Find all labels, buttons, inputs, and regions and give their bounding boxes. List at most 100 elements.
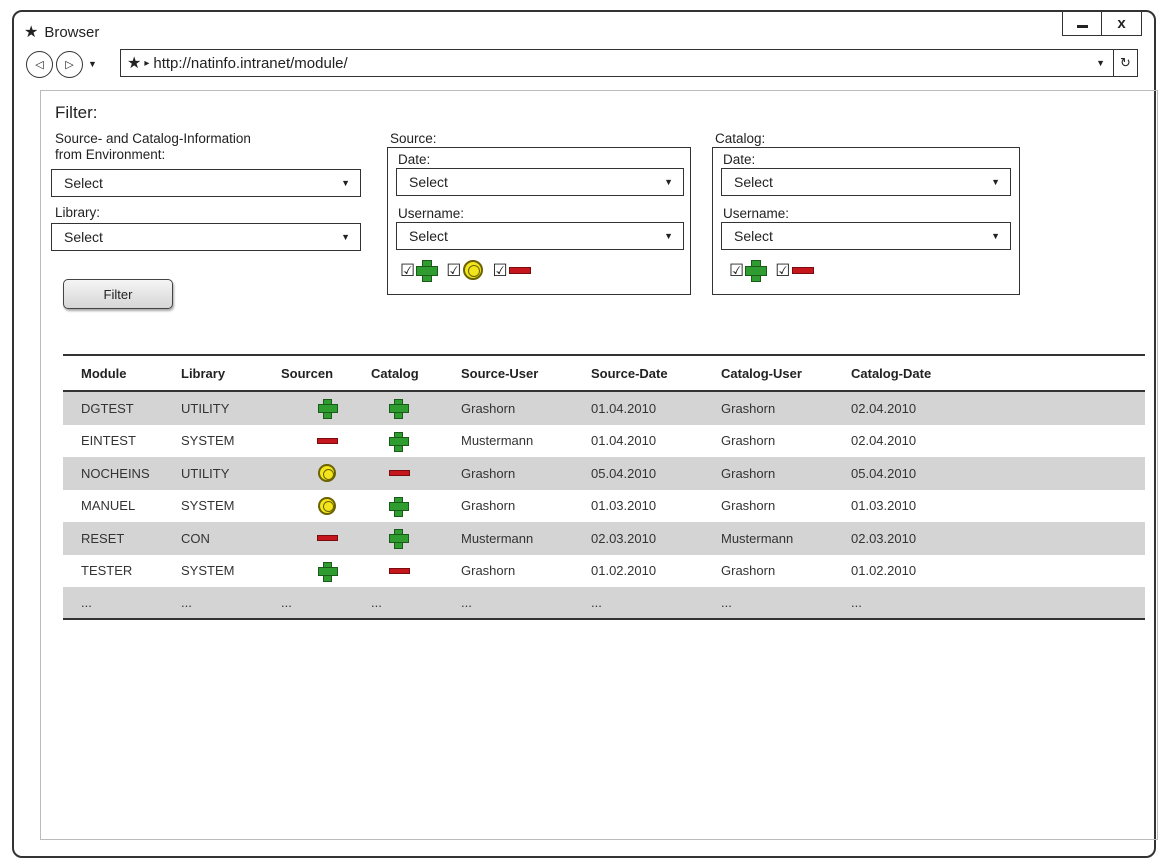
table-cell: Grashorn [461, 400, 516, 416]
chevron-down-icon: ▼ [341, 178, 350, 188]
forward-arrow-icon: ▷ [65, 58, 74, 71]
column-header[interactable]: Catalog-Date [833, 366, 963, 381]
table-cell: Grashorn [461, 465, 516, 481]
plus-icon [318, 561, 338, 582]
column-header[interactable]: Sourcen [263, 366, 353, 381]
env-label-line2: from Environment: [55, 147, 166, 162]
column-header[interactable]: Library [163, 366, 263, 381]
catalog-check-minus[interactable]: ☑ [775, 262, 814, 279]
minus-icon [389, 567, 410, 574]
source-check-circle[interactable]: ☑ [446, 260, 483, 280]
status-cell [263, 496, 353, 515]
table-cell: Grashorn [721, 563, 776, 579]
table-cell: ... [181, 594, 192, 610]
table-header: Module Library Sourcen Catalog Source-Us… [63, 356, 1145, 392]
catalog-status-checks: ☑ ☑ [729, 260, 814, 282]
catalog-check-plus[interactable]: ☑ [729, 260, 768, 282]
chevron-down-icon: ▼ [341, 232, 350, 242]
close-button[interactable]: x [1102, 12, 1142, 36]
plus-icon [389, 431, 409, 452]
table-row[interactable]: DGTEST UTILITY Grashorn 01.04.2010 Grashorn 0… [63, 392, 1145, 425]
status-cell [263, 535, 353, 542]
minus-icon [508, 266, 531, 274]
url-text[interactable]: http://natinfo.intranet/module/ [153, 55, 1088, 72]
column-header[interactable]: Catalog [353, 366, 443, 381]
table-cell: Mustermann [461, 433, 534, 449]
history-dropdown-icon[interactable]: ▼ [88, 59, 97, 69]
address-bar[interactable]: ★ ▸ http://natinfo.intranet/module/ ▼ ↻ [120, 49, 1138, 77]
minus-icon [791, 266, 814, 274]
status-cell [353, 496, 443, 517]
table-cell: 01.04.2010 [591, 400, 657, 416]
table-cell: CON [181, 530, 210, 546]
catalog-date-select[interactable]: Select ▼ [721, 168, 1011, 196]
library-select-value: Select [64, 229, 103, 245]
browser-window: ★ Browser x ◁ ▷ ▼ ★ ▸ http://natinfo.int… [12, 10, 1158, 858]
column-header[interactable]: Source-User [443, 366, 573, 381]
column-header[interactable]: Catalog-User [703, 366, 833, 381]
source-username-select[interactable]: Select ▼ [396, 222, 684, 250]
page-content: Filter: Source- and Catalog-Information … [40, 90, 1158, 840]
table-cell: ... [851, 594, 862, 610]
catalog-username-select[interactable]: Select ▼ [721, 222, 1011, 250]
checkbox-checked-icon: ☑ [400, 260, 416, 280]
source-check-plus[interactable]: ☑ [400, 260, 439, 282]
table-row[interactable]: MANUEL SYSTEM Grashorn 01.03.2010 Grashorn 01… [63, 490, 1145, 523]
table-cell: ... [461, 594, 472, 610]
status-cell [353, 399, 443, 420]
status-cell [263, 399, 353, 420]
column-header[interactable]: Source-Date [573, 366, 703, 381]
catalog-date-select-value: Select [734, 174, 773, 190]
status-cell [263, 561, 353, 582]
table-cell: ... [81, 594, 92, 610]
window-controls: x [1062, 12, 1142, 36]
refresh-icon[interactable]: ↻ [1113, 50, 1137, 76]
url-dropdown-icon[interactable]: ▼ [1088, 58, 1113, 68]
forward-button[interactable]: ▷ [56, 50, 83, 78]
env-select[interactable]: Select ▼ [51, 169, 361, 197]
table-row[interactable]: NOCHEINS UTILITY Grashorn 05.04.2010 Grashor… [63, 457, 1145, 490]
table-cell: ... [371, 594, 382, 610]
chevron-down-icon: ▼ [664, 231, 673, 241]
table-cell: 05.04.2010 [591, 465, 657, 481]
table-cell: 01.03.2010 [851, 498, 917, 514]
source-username-label: Username: [398, 206, 465, 221]
dropdown-dot-icon: ▸ [144, 57, 150, 69]
table-cell: Grashorn [721, 465, 776, 481]
circle-icon [318, 464, 336, 483]
column-header[interactable]: Module [63, 366, 163, 381]
table-cell: UTILITY [181, 465, 230, 481]
circle-icon [318, 496, 336, 515]
minimize-button[interactable] [1062, 12, 1102, 36]
library-select[interactable]: Select ▼ [51, 223, 361, 251]
minus-icon [389, 470, 410, 477]
minus-icon [316, 437, 338, 444]
plus-icon [389, 399, 409, 420]
nav-buttons: ◁ ▷ ▼ [26, 50, 102, 78]
status-cell [353, 529, 443, 550]
back-arrow-icon: ◁ [35, 58, 44, 71]
source-filter-group: Date: Select ▼ Username: Select ▼ ☑ ☑ ☑ [387, 147, 691, 295]
title-bar: ★ Browser [24, 22, 99, 42]
table-cell: ... [281, 594, 292, 610]
table-cell: 01.02.2010 [591, 563, 657, 579]
chevron-down-icon: ▼ [991, 177, 1000, 187]
circle-icon [462, 260, 483, 280]
catalog-group-label: Catalog: [715, 131, 766, 146]
table-row[interactable]: EINTEST SYSTEM Mustermann 01.04.2010 Grashor… [63, 425, 1145, 458]
status-cell [263, 437, 353, 444]
catalog-filter-group: Date: Select ▼ Username: Select ▼ ☑ ☑ [712, 147, 1020, 295]
filter-button[interactable]: Filter [63, 279, 173, 309]
table-cell: 02.03.2010 [591, 530, 657, 546]
bookmark-star-icon[interactable]: ★ [127, 53, 141, 73]
table-cell: RESET [81, 530, 125, 546]
source-date-select[interactable]: Select ▼ [396, 168, 684, 196]
table-row[interactable]: TESTER SYSTEM Grashorn 01.02.2010 Grashorn 01… [63, 555, 1145, 588]
table-row[interactable]: ... ... ... ... ... ... ... ... [63, 587, 1145, 620]
back-button[interactable]: ◁ [26, 50, 53, 78]
table-row[interactable]: RESET CON Mustermann 02.03.2010 Mustermann 02… [63, 522, 1145, 555]
status-cell [353, 470, 443, 477]
env-label: Source- and Catalog-Information from Env… [55, 131, 251, 163]
table-cell: ... [591, 594, 602, 610]
source-check-minus[interactable]: ☑ [493, 262, 531, 279]
